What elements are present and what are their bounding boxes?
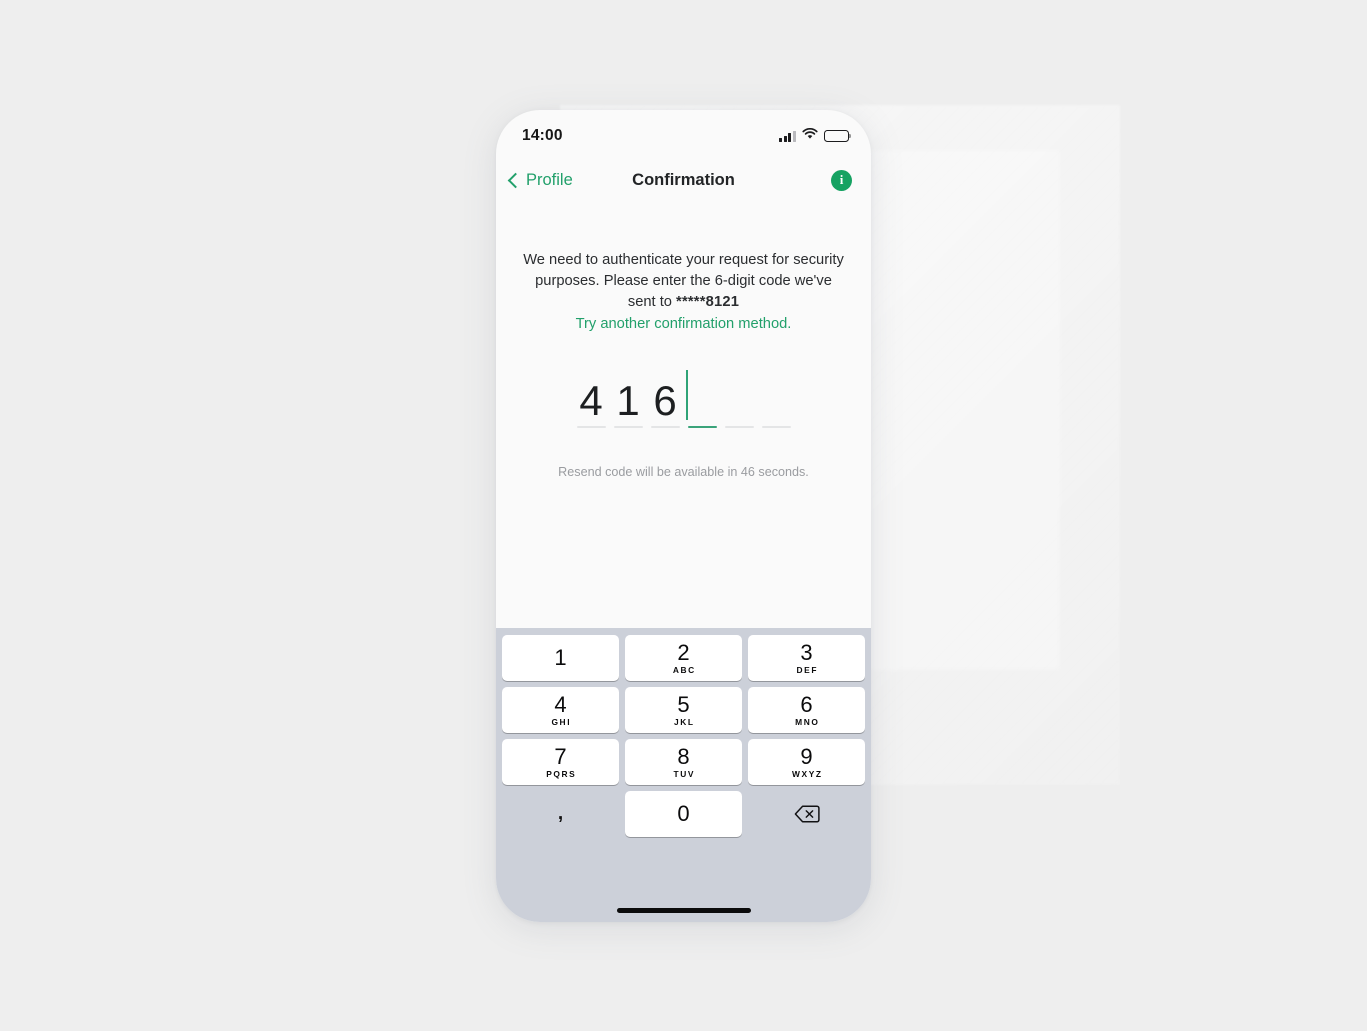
key-7-number: 7 (554, 744, 567, 769)
code-digit-5[interactable] (721, 365, 758, 437)
key-1-number: 1 (554, 645, 567, 670)
code-digit-4[interactable] (684, 365, 721, 437)
keyboard-rows: 1 2 ABC 3 DEF 4 GHI 5 JKL 6 MNO 7 PQRS 8 TUV 9 WXYZ (496, 635, 871, 785)
key-2-number: 2 (677, 640, 690, 665)
code-digit-3[interactable]: 6 (647, 365, 684, 437)
key-0[interactable]: 0 (625, 791, 742, 837)
signal-bars-icon (779, 130, 796, 142)
keyboard-row-3: 7 PQRS 8 TUV 9 WXYZ (496, 739, 871, 785)
key-5-letters: JKL (673, 717, 695, 727)
key-7-letters: PQRS (546, 769, 577, 779)
key-6-letters: MNO (795, 717, 820, 727)
key-6-number: 6 (800, 692, 813, 717)
key-0-label: 0 (677, 801, 690, 826)
key-8-letters: TUV (673, 769, 696, 779)
numeric-keyboard: 1 2 ABC 3 DEF 4 GHI 5 JKL 6 MNO 7 PQRS 8 TUV 9 WXYZ , 0 (496, 628, 871, 922)
code-digit-6[interactable] (758, 365, 795, 437)
phone-frame: 14:00 Profile Confirmation i We need to … (496, 110, 871, 922)
code-digit-underline (576, 426, 606, 428)
key-6[interactable]: 6 MNO (748, 687, 865, 733)
keyboard-row-2: 4 GHI 5 JKL 6 MNO (496, 687, 871, 733)
key-3-number: 3 (800, 640, 813, 665)
code-digit-1[interactable]: 4 (573, 365, 610, 437)
code-digit-underline (724, 426, 754, 428)
key-comma-label: , (557, 803, 564, 824)
navigation-bar: Profile Confirmation i (496, 154, 871, 206)
code-digit-underline (613, 426, 643, 428)
chevron-left-icon (507, 172, 524, 188)
key-9-letters: WXYZ (792, 769, 823, 779)
code-digit-underline (761, 426, 791, 428)
info-icon[interactable]: i (831, 169, 852, 191)
key-4[interactable]: 4 GHI (502, 687, 619, 733)
code-digit-value: 4 (579, 377, 603, 424)
try-another-method-link[interactable]: Try another confirmation method. (522, 314, 845, 335)
instruction-text: We need to authenticate your request for… (522, 250, 845, 335)
key-7[interactable]: 7 PQRS (502, 739, 619, 785)
code-digit-underline (687, 425, 717, 428)
home-indicator[interactable] (616, 908, 751, 913)
text-caret (685, 370, 688, 420)
status-bar-time: 14:00 (522, 127, 563, 144)
resend-timer-text: Resend code will be available in 46 seco… (558, 465, 809, 479)
key-1[interactable]: 1 (502, 635, 619, 681)
code-digit-value: 1 (616, 377, 640, 424)
key-9[interactable]: 9 WXYZ (748, 739, 865, 785)
backspace-icon[interactable] (748, 791, 865, 837)
key-4-letters: GHI (551, 717, 572, 727)
code-digit-2[interactable]: 1 (610, 365, 647, 437)
key-2-letters: ABC (672, 665, 696, 675)
info-icon-glyph: i (839, 172, 844, 187)
code-digit-value: 6 (653, 377, 677, 424)
status-bar-icons (779, 127, 852, 145)
instruction-line-1: We need to authenticate your request for (523, 252, 790, 268)
keyboard-row-1: 1 2 ABC 3 DEF (496, 635, 871, 681)
key-9-number: 9 (800, 744, 813, 769)
content-area: We need to authenticate your request for… (496, 206, 871, 628)
backspace-glyph (794, 805, 820, 823)
battery-icon (824, 130, 852, 142)
key-3[interactable]: 3 DEF (748, 635, 865, 681)
code-digit-underline (650, 426, 680, 428)
key-4-number: 4 (554, 692, 567, 717)
key-5[interactable]: 5 JKL (625, 687, 742, 733)
wifi-icon (802, 127, 818, 145)
key-2[interactable]: 2 ABC (625, 635, 742, 681)
key-8[interactable]: 8 TUV (625, 739, 742, 785)
status-bar: 14:00 (496, 110, 871, 154)
keyboard-row-bottom: , 0 (496, 791, 871, 837)
key-8-number: 8 (677, 744, 690, 769)
key-5-number: 5 (677, 692, 690, 717)
code-input[interactable]: 416 (496, 365, 871, 437)
key-comma[interactable]: , (502, 791, 619, 837)
back-button[interactable]: Profile (507, 170, 573, 190)
back-button-label: Profile (526, 170, 573, 189)
masked-phone-number: *****8121 (676, 294, 740, 310)
key-3-letters: DEF (796, 665, 819, 675)
